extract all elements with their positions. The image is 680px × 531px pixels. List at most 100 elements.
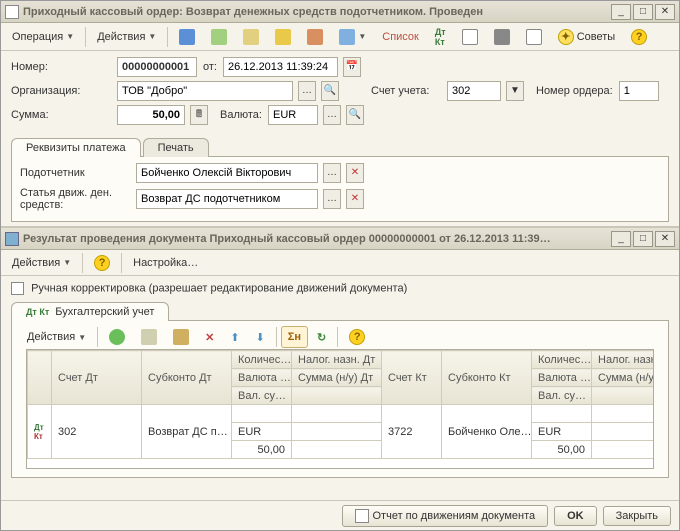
cashflow-input[interactable] xyxy=(136,189,318,209)
number-input[interactable] xyxy=(117,57,197,77)
accperson-clear-button[interactable]: ✕ xyxy=(346,163,364,183)
grid-up-button[interactable]: ⬆ xyxy=(223,326,246,348)
cashflow-label-2: средств: xyxy=(20,199,63,211)
number-label: Номер: xyxy=(11,61,111,73)
help-icon: ? xyxy=(94,255,110,271)
actions-menu[interactable]: Действия ▼ xyxy=(90,26,163,48)
cell-amt-dt: 50,00 xyxy=(232,441,292,459)
sum-input[interactable] xyxy=(117,105,185,125)
account-dropdown-button[interactable]: ▼ xyxy=(506,81,524,101)
help-icon: ? xyxy=(349,329,365,345)
help-button[interactable]: ? xyxy=(624,26,654,48)
maximize-button[interactable]: □ xyxy=(633,4,653,20)
grid-actions-menu[interactable]: Действия ▼ xyxy=(20,326,93,348)
tb-icon-8[interactable] xyxy=(487,26,517,48)
tab-payment-details[interactable]: Реквизиты платежа xyxy=(11,138,141,157)
col-valsum-dt: Вал. су… xyxy=(232,387,292,405)
grid-edit-button[interactable] xyxy=(166,326,196,348)
list-button[interactable]: Список xyxy=(375,26,426,48)
tab-body: Подотчетник … ✕ Статья движ. ден. средст… xyxy=(11,156,669,222)
structure-icon xyxy=(494,29,510,45)
tb-icon-2[interactable] xyxy=(204,26,234,48)
grid-copy-button[interactable] xyxy=(134,326,164,348)
report-icon xyxy=(462,29,478,45)
orderno-label: Номер ордера: xyxy=(536,85,613,97)
account-label: Счет учета: xyxy=(371,85,441,97)
close-footer-button[interactable]: Закрыть xyxy=(603,506,671,526)
cashflow-clear-button[interactable]: ✕ xyxy=(346,189,364,209)
tb-icon-4[interactable] xyxy=(268,26,298,48)
tips-button[interactable]: ✦ Советы xyxy=(551,26,622,48)
currency-search-button[interactable]: 🔍 xyxy=(346,105,364,125)
separator xyxy=(82,253,83,273)
chevron-down-icon: ▼ xyxy=(358,32,366,41)
copy-icon xyxy=(141,329,157,345)
grid-down-button[interactable]: ⬇ xyxy=(249,326,272,348)
tb-icon-1[interactable] xyxy=(172,26,202,48)
result-icon xyxy=(5,232,19,246)
sub-minimize-button[interactable]: _ xyxy=(611,231,631,247)
grid-toolbar: Действия ▼ ✕ ⬆ ⬇ Σн ↻ ? xyxy=(16,325,664,349)
report-movements-button[interactable]: Отчет по движениям документа xyxy=(342,505,549,527)
sub-help-button[interactable]: ? xyxy=(87,252,117,274)
footer: Отчет по движениям документа OK Закрыть xyxy=(1,500,679,530)
close-button[interactable]: ✕ xyxy=(655,4,675,20)
col-cur-kt: Валюта … xyxy=(532,369,592,387)
tb-icon-7[interactable] xyxy=(455,26,485,48)
org-select-button[interactable]: … xyxy=(298,81,316,101)
cashflow-select-button[interactable]: … xyxy=(323,189,341,209)
settings-button[interactable]: Настройка… xyxy=(126,252,205,274)
accperson-input[interactable] xyxy=(136,163,318,183)
tab-accounting[interactable]: Дт Кт Бухгалтерский учет xyxy=(11,302,169,321)
refresh-icon xyxy=(211,29,227,45)
col-tax-dt: Налог. назн. Дт xyxy=(292,351,382,369)
currency-input[interactable] xyxy=(268,105,318,125)
account-input[interactable] xyxy=(447,81,501,101)
tab-print[interactable]: Печать xyxy=(143,138,209,157)
tb-icon-3[interactable] xyxy=(236,26,266,48)
date-picker-button[interactable]: 📅 xyxy=(343,57,361,77)
ok-button[interactable]: OK xyxy=(554,506,597,526)
tb-icon-9[interactable] xyxy=(519,26,549,48)
refresh-icon: ↻ xyxy=(317,331,326,344)
minimize-button[interactable]: _ xyxy=(611,4,631,20)
org-search-button[interactable]: 🔍 xyxy=(321,81,339,101)
tb-icon-6[interactable]: ▼ xyxy=(332,26,373,48)
grid-refresh-button[interactable]: ↻ xyxy=(310,326,333,348)
accperson-label: Подотчетник xyxy=(20,167,130,179)
col-qty-kt: Количес… xyxy=(532,351,592,369)
accperson-select-button[interactable]: … xyxy=(323,163,341,183)
sub-actions-menu[interactable]: Действия ▼ xyxy=(5,252,78,274)
table-row[interactable]: ДтКт 302 Возврат ДС п… 3722 Бойченко Оле… xyxy=(28,405,655,423)
col-valsum-kt: Вал. су… xyxy=(532,387,592,405)
orderno-input[interactable] xyxy=(619,81,659,101)
separator xyxy=(167,27,168,47)
org-input[interactable] xyxy=(117,81,293,101)
grid-add-button[interactable] xyxy=(102,326,132,348)
grid-sum-button[interactable]: Σн xyxy=(281,326,308,348)
dtkt-button[interactable]: ДтКт xyxy=(428,26,453,48)
cell-sub-kt: Бойченко Оле… xyxy=(442,405,532,459)
manual-edit-checkbox[interactable] xyxy=(11,282,24,295)
grid-delete-button[interactable]: ✕ xyxy=(198,326,221,348)
date-input[interactable] xyxy=(223,57,338,77)
cell-sub-dt: Возврат ДС п… xyxy=(142,405,232,459)
manual-edit-row: Ручная корректировка (разрешает редактир… xyxy=(1,276,679,301)
form-area: Номер: от: 📅 Организация: … 🔍 Счет учета… xyxy=(1,51,679,133)
separator xyxy=(85,27,86,47)
unpost-icon xyxy=(307,29,323,45)
tb-icon-5[interactable] xyxy=(300,26,330,48)
calculator-button[interactable]: 🖩 xyxy=(190,105,208,125)
sum-label: Сумма: xyxy=(11,109,111,121)
sub-maximize-button[interactable]: □ xyxy=(633,231,653,247)
sub-close-button[interactable]: ✕ xyxy=(655,231,675,247)
separator xyxy=(121,253,122,273)
cell-acc-kt: 3722 xyxy=(382,405,442,459)
manual-edit-label: Ручная корректировка (разрешает редактир… xyxy=(31,282,407,294)
delete-icon: ✕ xyxy=(205,331,214,344)
operation-menu[interactable]: Операция ▼ xyxy=(5,26,81,48)
grid-help-button[interactable]: ? xyxy=(342,326,372,348)
arrow-up-icon: ⬆ xyxy=(230,331,239,344)
currency-select-button[interactable]: … xyxy=(323,105,341,125)
postings-grid[interactable]: Счет Дт Субконто Дт Количес… Налог. назн… xyxy=(26,349,654,469)
